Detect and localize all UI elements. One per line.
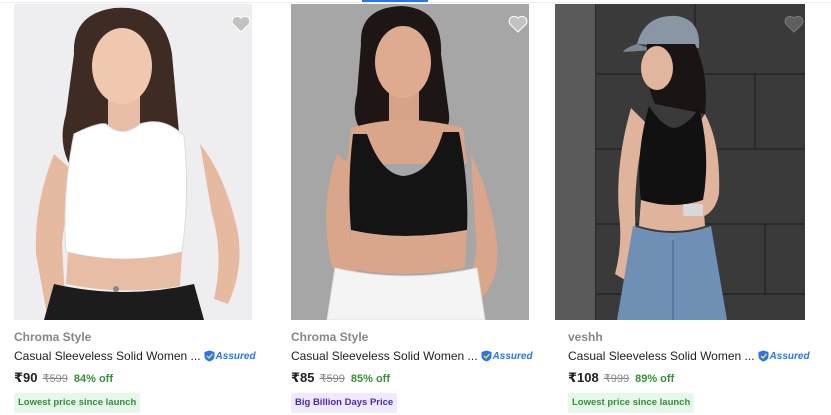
discount-percent: 84% off: [73, 373, 113, 385]
product-card[interactable]: Chroma Style Casual Sleeveless Solid Wom…: [291, 4, 553, 415]
product-photo: [14, 4, 252, 320]
shield-icon: [758, 350, 769, 362]
product-card[interactable]: Chroma Style Casual Sleeveless Solid Wom…: [14, 4, 276, 415]
product-title[interactable]: Casual Sleeveless Solid Women ...: [14, 348, 201, 364]
product-card[interactable]: veshh Casual Sleeveless Solid Women ... …: [555, 4, 830, 415]
discount-percent: 89% off: [635, 373, 675, 385]
heart-icon: [784, 15, 804, 33]
title-row[interactable]: Casual Sleeveless Solid Women ... Assure…: [568, 348, 830, 364]
brand-name: Chroma Style: [291, 330, 369, 344]
divider: [0, 2, 831, 3]
title-row[interactable]: Casual Sleeveless Solid Women ... Assure…: [14, 348, 276, 364]
offer-tag: Big Billion Days Price: [291, 393, 398, 413]
assured-label: Assured: [492, 350, 533, 362]
wishlist-button[interactable]: [783, 13, 805, 35]
product-image[interactable]: [14, 4, 252, 320]
heart-icon: [508, 15, 528, 33]
assured-badge: Assured: [758, 350, 810, 362]
assured-label: Assured: [769, 350, 810, 362]
price-row: ₹108 ₹999 89% off: [568, 370, 830, 386]
product-title[interactable]: Casual Sleeveless Solid Women ...: [291, 348, 478, 364]
product-photo: [291, 4, 529, 320]
offer-tag: Lowest price since launch: [14, 393, 141, 413]
original-price: ₹999: [603, 373, 630, 385]
discount-percent: 85% off: [350, 373, 390, 385]
product-title[interactable]: Casual Sleeveless Solid Women ...: [568, 348, 755, 364]
product-photo: [555, 4, 805, 320]
heart-icon: [231, 15, 251, 33]
assured-label: Assured: [215, 350, 256, 362]
assured-badge: Assured: [204, 350, 256, 362]
selling-price: ₹90: [14, 370, 38, 385]
selling-price: ₹85: [291, 370, 315, 385]
original-price: ₹599: [42, 373, 68, 385]
wishlist-button[interactable]: [230, 13, 252, 35]
product-image[interactable]: [291, 4, 529, 320]
product-grid: Chroma Style Casual Sleeveless Solid Wom…: [0, 0, 831, 415]
wishlist-button[interactable]: [507, 13, 529, 35]
title-row[interactable]: Casual Sleeveless Solid Women ... Assure…: [291, 348, 553, 364]
product-image[interactable]: [555, 4, 805, 320]
original-price: ₹599: [319, 373, 345, 385]
brand-name: veshh: [568, 330, 603, 344]
price-row: ₹85 ₹599 85% off: [291, 370, 553, 386]
selling-price: ₹108: [568, 370, 599, 385]
offer-tag: Lowest price since launch: [568, 393, 695, 413]
shield-icon: [481, 350, 492, 362]
assured-badge: Assured: [481, 350, 533, 362]
shield-icon: [204, 350, 215, 362]
price-row: ₹90 ₹599 84% off: [14, 370, 276, 386]
brand-name: Chroma Style: [14, 330, 92, 344]
